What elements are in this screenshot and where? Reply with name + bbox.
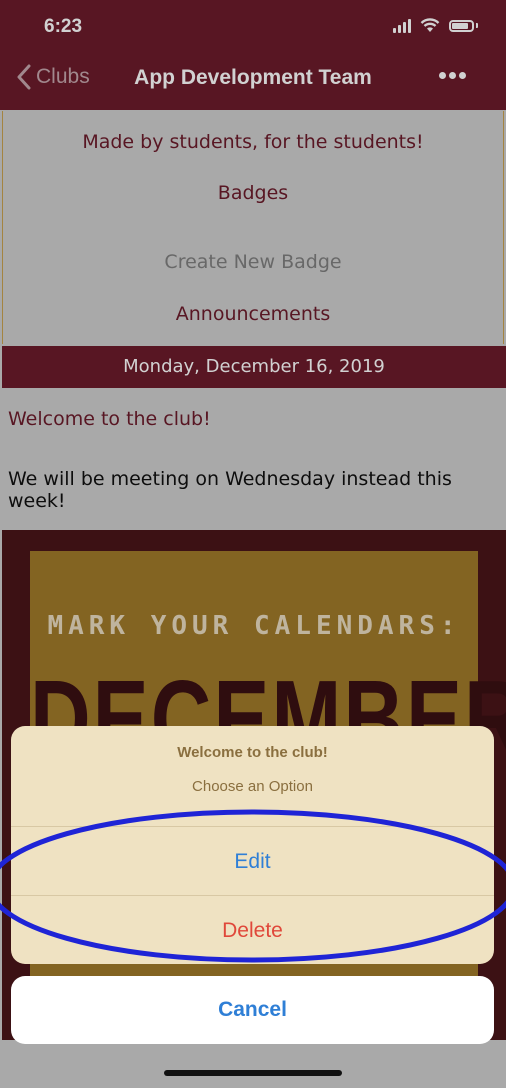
action-sheet-title: Welcome to the club!: [177, 744, 328, 761]
delete-button[interactable]: Delete: [11, 896, 494, 964]
action-sheet: Welcome to the club! Choose an Option Ed…: [11, 726, 494, 964]
home-indicator[interactable]: [164, 1070, 342, 1076]
edit-button[interactable]: Edit: [11, 827, 494, 896]
cancel-button[interactable]: Cancel: [11, 976, 494, 1044]
action-sheet-message: Choose an Option: [192, 778, 313, 795]
